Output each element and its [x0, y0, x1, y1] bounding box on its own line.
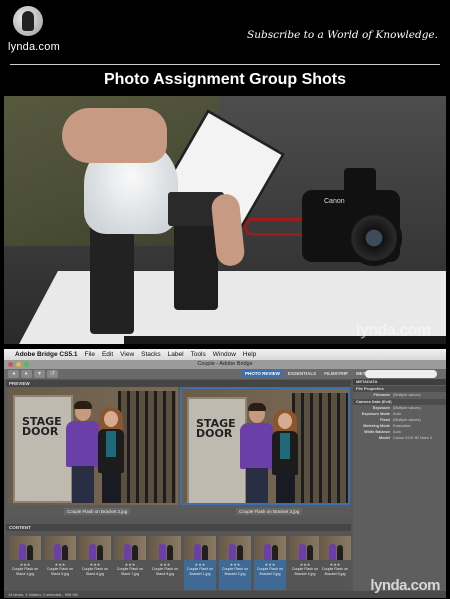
- bridge-watermark: lynda.com: [370, 577, 440, 594]
- toolbar: ◂ ▸ ▾ ↺ PHOTO REVIEW ESSENTIALS FILMSTRI…: [4, 369, 446, 379]
- thumbnail[interactable]: ★★★ Couple Flash on Stand 7.jpg: [114, 536, 146, 590]
- door-sign: STAGE DOOR: [22, 415, 62, 438]
- menu-help[interactable]: Help: [243, 351, 256, 358]
- stage-door: STAGE DOOR: [187, 397, 247, 503]
- preview-panel-header[interactable]: PREVIEW: [6, 380, 351, 387]
- menu-edit[interactable]: Edit: [102, 351, 113, 358]
- thumbnail-selected[interactable]: ★★★ Couple Flash on Bracket 2.jpg: [219, 536, 251, 590]
- preview-caption-1: Couple Flash on Bracket 2.jpg: [64, 508, 131, 515]
- video-frame: Canon lynda.com: [4, 96, 446, 344]
- stage-door: STAGE DOOR: [13, 395, 73, 503]
- thumbnail-label: Couple Flash on Stand 8.jpg: [151, 567, 179, 576]
- metadata-panel: METADATA File Properties Filename (Multip…: [353, 379, 446, 598]
- thumbnail[interactable]: ★★★ Couple Flash on Stand 5.jpg: [44, 536, 76, 590]
- menu-label[interactable]: Label: [168, 351, 184, 358]
- zoom-window-button[interactable]: [24, 362, 29, 367]
- thumbnail[interactable]: ★★★ Couple Flash on Bracket 4.jpg: [289, 536, 321, 590]
- tab-essentials[interactable]: ESSENTIALS: [285, 370, 319, 378]
- thumbnail[interactable]: ★★★ Couple Flash on Stand 8.jpg: [149, 536, 181, 590]
- menu-view[interactable]: View: [120, 351, 134, 358]
- thumbnail-image: [44, 536, 76, 560]
- thumbnail-label: Couple Flash on Stand 4.jpg: [11, 567, 39, 576]
- thumbnail-image: [319, 536, 351, 560]
- preview-image-2[interactable]: STAGE DOOR: [180, 387, 350, 505]
- minimize-window-button[interactable]: [16, 362, 21, 367]
- menu-file[interactable]: File: [84, 351, 94, 358]
- window-title: Couple - Adobe Bridge: [4, 360, 446, 369]
- iron-gate: [118, 391, 176, 503]
- iron-gate: [292, 393, 348, 503]
- window-controls: [8, 362, 29, 367]
- woman-figure: [270, 409, 300, 503]
- metadata-row: Model Canon EOS 5D Mark II: [379, 436, 432, 440]
- man-figure: [66, 401, 100, 503]
- woman-figure: [96, 407, 126, 503]
- camera-lens: [346, 210, 402, 266]
- camera-brand: Canon: [324, 198, 345, 205]
- forward-arrow-icon[interactable]: ▸: [21, 370, 32, 378]
- thumbnail[interactable]: ★★★ Couple Flash on Stand 6.jpg: [79, 536, 111, 590]
- thumbnail-image: [149, 536, 181, 560]
- page-title: Photo Assignment Group Shots: [103, 71, 347, 88]
- workspace-tabs: PHOTO REVIEW ESSENTIALS FILMSTRIP METADA…: [242, 370, 383, 378]
- thumbnail-image: [289, 536, 321, 560]
- thumbnail-image: [254, 536, 286, 560]
- thumbnail-image: [79, 536, 111, 560]
- logo-text: lynda.com: [8, 41, 60, 53]
- back-arrow-icon[interactable]: ◂: [8, 370, 19, 378]
- close-window-button[interactable]: [8, 362, 13, 367]
- preview-caption-2: Couple Flash on Bracket 3.jpg: [236, 508, 303, 515]
- thumbnail-image: [114, 536, 146, 560]
- thumbnail-label: Couple Flash on Bracket 5.jpg: [321, 567, 349, 576]
- thumbnail-label: Couple Flash on Bracket 3.jpg: [256, 567, 284, 576]
- preview-panel: STAGE DOOR STAGE DOOR Couple Flash on Br…: [6, 387, 351, 517]
- menu-tools[interactable]: Tools: [191, 351, 206, 358]
- metadata-panel-header[interactable]: METADATA: [353, 379, 446, 385]
- content-panel: ★★★ Couple Flash on Stand 4.jpg ★★★ Coup…: [6, 532, 351, 592]
- thumbnail-label: Couple Flash on Stand 6.jpg: [81, 567, 109, 576]
- thumbnail[interactable]: ★★★ Couple Flash on Bracket 5.jpg: [319, 536, 351, 590]
- metadata-row: Filename (Multiple values): [373, 393, 421, 397]
- man-figure: [240, 403, 274, 503]
- folder-icon[interactable]: ▾: [34, 370, 45, 378]
- thumbnail-image: [184, 536, 216, 560]
- thumbnail-selected[interactable]: ★★★ Couple Flash on Bracket 1.jpg: [184, 536, 216, 590]
- content-panel-header[interactable]: CONTENT: [6, 524, 351, 531]
- presenter-hand: [62, 108, 167, 163]
- menu-app-name[interactable]: Adobe Bridge CS5.1: [15, 351, 77, 358]
- menu-stacks[interactable]: Stacks: [141, 351, 161, 358]
- thumbnail-selected[interactable]: ★★★ Couple Flash on Bracket 3.jpg: [254, 536, 286, 590]
- thumbnail-image: [219, 536, 251, 560]
- tagline: Subscribe to a World of Knowledge.: [247, 29, 438, 41]
- door-sign: STAGE DOOR: [196, 417, 236, 440]
- lynda-logo-icon: [13, 6, 43, 36]
- menu-window[interactable]: Window: [213, 351, 236, 358]
- tab-filmstrip[interactable]: FILMSTRIP: [321, 370, 351, 378]
- thumbnail-label: Couple Flash on Bracket 2.jpg: [221, 567, 249, 576]
- lynda-banner: lynda.com Subscribe to a World of Knowle…: [0, 0, 450, 66]
- preview-image-1[interactable]: STAGE DOOR: [8, 387, 178, 505]
- menu-bar: Adobe Bridge CS5.1 File Edit View Stacks…: [4, 349, 446, 360]
- thumbnail-label: Couple Flash on Bracket 4.jpg: [291, 567, 319, 576]
- thumbnail-label: Couple Flash on Bracket 1.jpg: [186, 567, 214, 576]
- thumbnail-image: [9, 536, 41, 560]
- search-input[interactable]: [365, 370, 437, 378]
- video-watermark: lynda.com: [356, 322, 431, 339]
- thumbnail[interactable]: ★★★ Couple Flash on Stand 4.jpg: [9, 536, 41, 590]
- boomerang-icon[interactable]: ↺: [47, 370, 58, 378]
- divider: [10, 64, 440, 65]
- flash-unit-left: [90, 224, 134, 334]
- tab-photo-review[interactable]: PHOTO REVIEW: [242, 370, 283, 378]
- thumbnail-label: Couple Flash on Stand 5.jpg: [46, 567, 74, 576]
- adobe-bridge-window: Adobe Bridge CS5.1 File Edit View Stacks…: [4, 349, 446, 598]
- thumbnail-label: Couple Flash on Stand 7.jpg: [116, 567, 144, 576]
